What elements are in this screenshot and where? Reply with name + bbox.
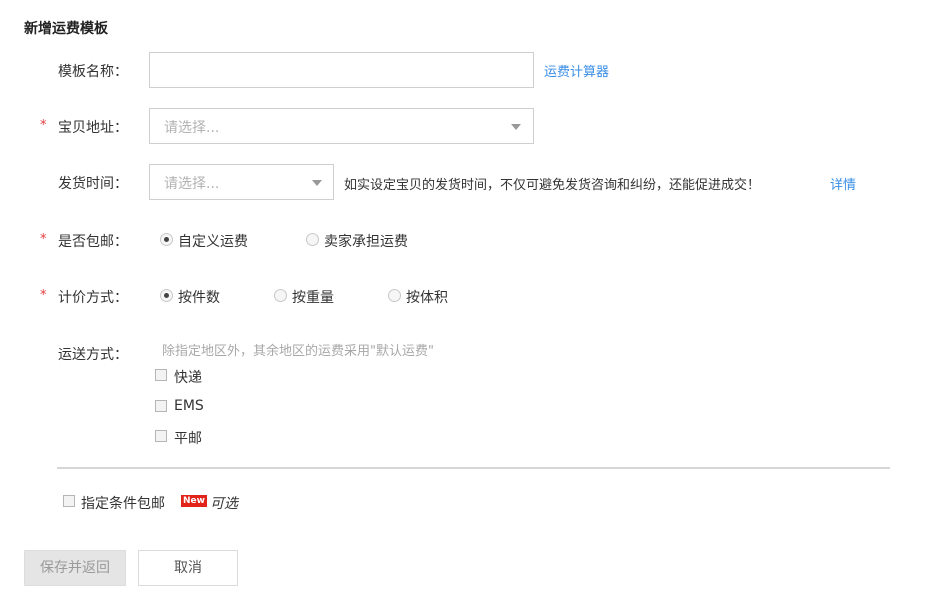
free-shipping-label: 是否包邮： bbox=[58, 234, 128, 250]
radio-by-piece-label: 按件数 bbox=[178, 290, 220, 306]
chevron-down-icon bbox=[312, 180, 322, 186]
checkbox-ems[interactable] bbox=[155, 400, 167, 412]
radio-by-volume[interactable] bbox=[388, 289, 401, 302]
new-badge: New bbox=[181, 495, 207, 507]
checkbox-express[interactable] bbox=[155, 369, 167, 381]
radio-by-piece[interactable] bbox=[160, 289, 173, 302]
checkbox-express-label: 快递 bbox=[174, 370, 202, 386]
item-address-placeholder: 请选择... bbox=[164, 120, 220, 136]
radio-by-weight-label: 按重量 bbox=[292, 290, 334, 306]
pricing-label: 计价方式： bbox=[58, 290, 128, 306]
conditional-free-label: 指定条件包邮 bbox=[81, 496, 165, 512]
template-name-row: 模板名称： 运费计算器 bbox=[0, 52, 943, 88]
item-address-label: 宝贝地址： bbox=[58, 120, 128, 136]
delivery-note: 除指定地区外，其余地区的运费采用"默认运费" bbox=[162, 344, 434, 359]
delivery-label: 运送方式： bbox=[58, 347, 128, 363]
ship-time-label: 发货时间： bbox=[58, 176, 128, 192]
ship-time-details-link[interactable]: 详情 bbox=[830, 174, 856, 193]
ship-time-hint: 如实设定宝贝的发货时间，不仅可避免发货咨询和纠纷，还能促进成交！ bbox=[344, 178, 761, 193]
ship-time-row: 发货时间： 请选择... 如实设定宝贝的发货时间，不仅可避免发货咨询和纠纷，还能… bbox=[0, 164, 943, 200]
item-address-select[interactable]: 请选择... bbox=[149, 108, 534, 144]
checkbox-ems-label: EMS bbox=[174, 398, 204, 414]
ship-time-placeholder: 请选择... bbox=[164, 176, 220, 192]
chevron-down-icon bbox=[511, 124, 521, 130]
ship-time-select[interactable]: 请选择... bbox=[149, 164, 334, 200]
checkbox-surface-mail[interactable] bbox=[155, 430, 167, 442]
template-name-label: 模板名称： bbox=[58, 64, 128, 80]
radio-by-volume-label: 按体积 bbox=[406, 290, 448, 306]
checkbox-conditional-free[interactable] bbox=[63, 495, 75, 507]
radio-custom-freight[interactable] bbox=[160, 233, 173, 246]
required-mark: * bbox=[40, 288, 47, 303]
radio-by-weight[interactable] bbox=[274, 289, 287, 302]
radio-seller-pays[interactable] bbox=[306, 233, 319, 246]
checkbox-surface-mail-label: 平邮 bbox=[174, 431, 202, 447]
required-mark: * bbox=[40, 118, 47, 133]
page-title: 新增运费模板 bbox=[24, 21, 108, 37]
template-name-input[interactable] bbox=[149, 52, 534, 88]
required-mark: * bbox=[40, 232, 47, 247]
radio-custom-freight-label: 自定义运费 bbox=[178, 234, 248, 250]
optional-text: 可选 bbox=[210, 496, 238, 512]
free-shipping-row: * 是否包邮： 自定义运费 卖家承担运费 bbox=[0, 222, 943, 258]
save-and-return-button[interactable]: 保存并返回 bbox=[24, 550, 126, 586]
pricing-row: * 计价方式： 按件数 按重量 按体积 bbox=[0, 278, 943, 314]
section-divider bbox=[57, 467, 890, 469]
radio-seller-pays-label: 卖家承担运费 bbox=[324, 234, 408, 250]
item-address-row: * 宝贝地址： 请选择... bbox=[0, 108, 943, 144]
cancel-button[interactable]: 取消 bbox=[138, 550, 238, 586]
freight-calculator-link[interactable]: 运费计算器 bbox=[544, 61, 609, 80]
